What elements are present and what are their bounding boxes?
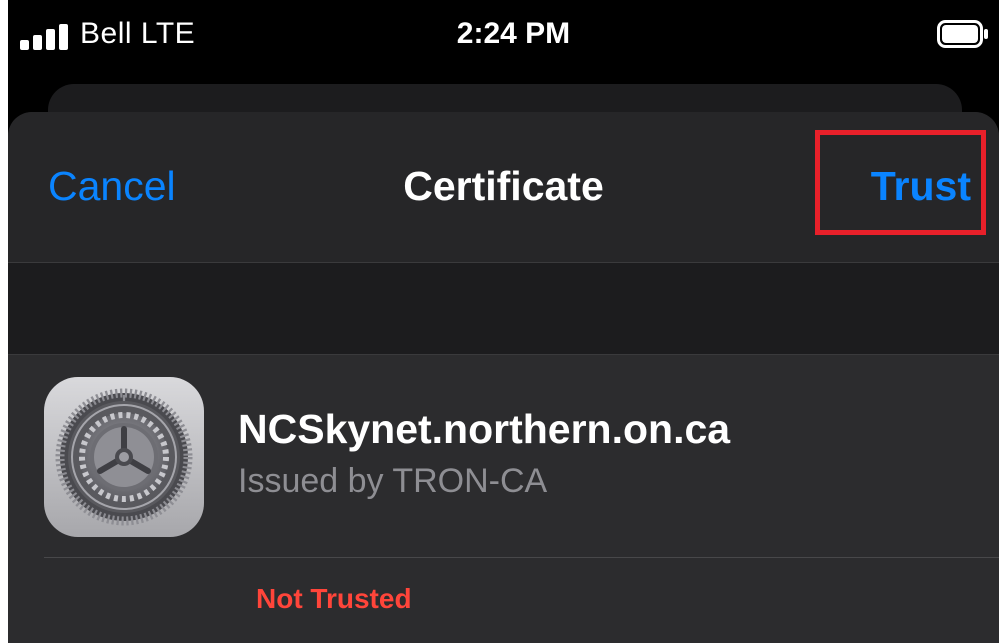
status-time: 2:24 PM: [456, 17, 571, 50]
battery-icon: [937, 20, 988, 48]
trust-highlight-box: [815, 130, 986, 235]
certificate-details: NCSkynet.northern.on.ca Issued by TRON-C…: [8, 355, 999, 643]
row-divider: [44, 557, 999, 558]
trust-status-label: Not Trusted: [256, 583, 412, 614]
status-bar: Bell LTE 2:24 PM: [8, 0, 999, 66]
certificate-sheet: Cancel Certificate Trust NCSkynet.northe…: [8, 112, 999, 643]
phone-screen: Bell LTE 2:24 PM Cancel Certificate Trus…: [8, 0, 999, 643]
certificate-name: NCSkynet.northern.on.ca: [238, 406, 731, 452]
navigation-bar: Cancel Certificate Trust: [8, 112, 999, 263]
settings-gear-icon: [44, 377, 204, 537]
screenshot-frame: Bell LTE 2:24 PM Cancel Certificate Trus…: [0, 0, 999, 643]
section-spacer: [8, 263, 999, 355]
certificate-issuer: Issued by TRON-CA: [238, 462, 548, 500]
